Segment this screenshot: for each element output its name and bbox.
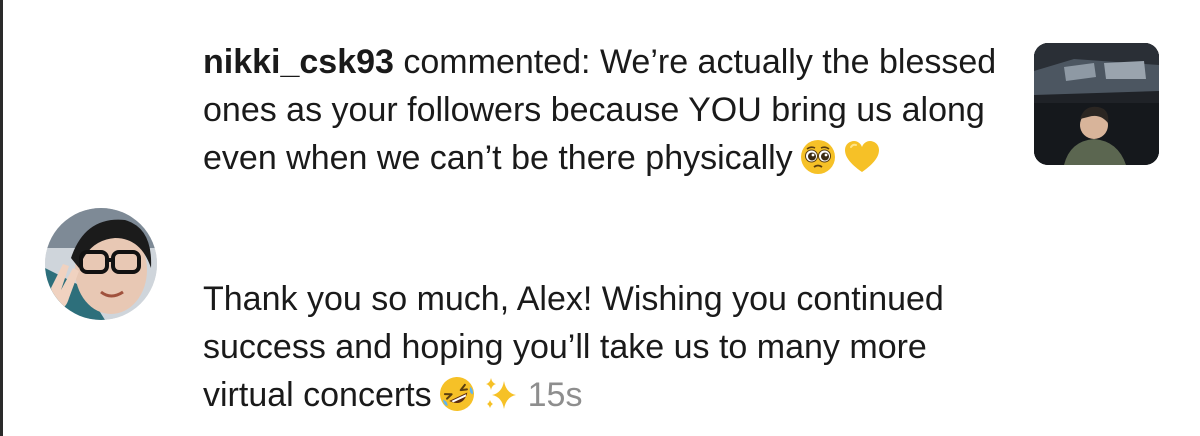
comment-text-block: nikki_csk93 commented: We’re actually th… [203, 38, 1013, 189]
sparkles-emoji-icon [482, 375, 520, 426]
user-avatar[interactable] [45, 208, 157, 320]
comment-timestamp: 15s [527, 376, 583, 414]
comment-notification[interactable]: nikki_csk93 commented: We’re actually th… [0, 0, 1200, 436]
reply-text-block: Thank you so much, Alex! Wishing you con… [203, 275, 1013, 426]
comment-action: commented: [403, 43, 591, 81]
rolling-laughing-face-emoji-icon [438, 375, 476, 426]
yellow-heart-emoji-icon [843, 138, 881, 189]
post-thumbnail[interactable] [1034, 43, 1159, 165]
comment-username[interactable]: nikki_csk93 [203, 43, 394, 81]
pleading-face-emoji-icon [799, 138, 837, 189]
